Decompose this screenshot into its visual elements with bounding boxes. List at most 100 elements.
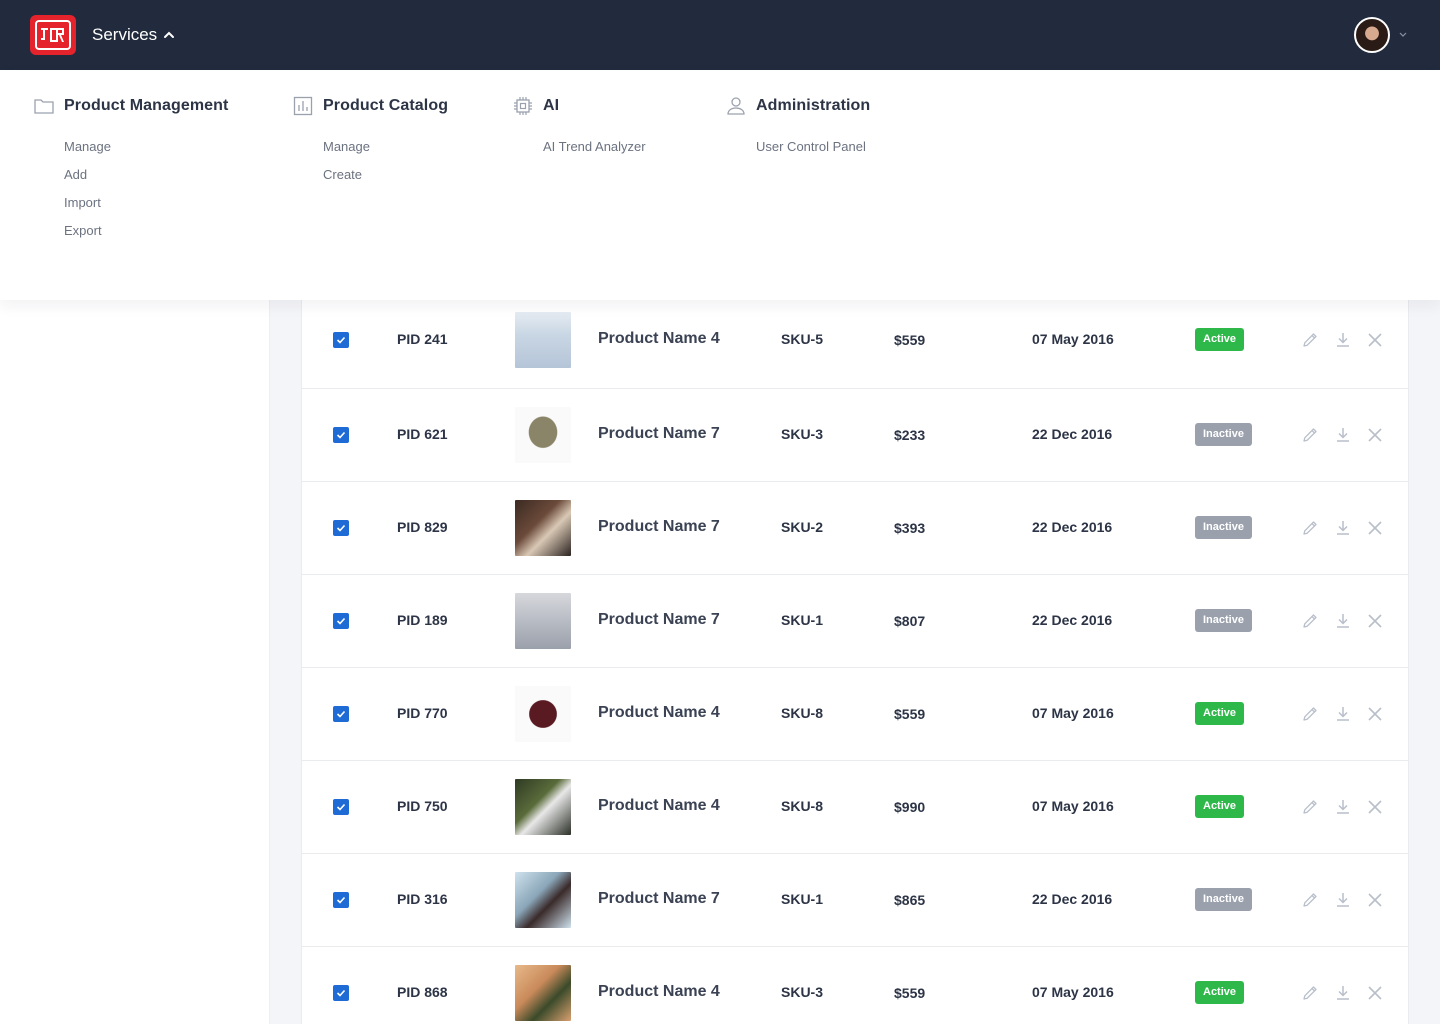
table-row[interactable]: PID 829 Product Name 7 SKU-2 $393 22 Dec 201… — [302, 482, 1408, 575]
product-name: Product Name 4 — [598, 983, 720, 1000]
edit-button[interactable] — [1300, 425, 1320, 445]
table-row[interactable]: PID 316 Product Name 7 SKU-1 $865 22 Dec 201… — [302, 854, 1408, 947]
status-badge: Active — [1195, 702, 1245, 725]
close-icon — [1368, 521, 1382, 535]
product-thumbnail[interactable] — [515, 500, 571, 556]
download-button[interactable] — [1333, 890, 1353, 910]
menu-item-manage[interactable]: Manage — [64, 138, 111, 166]
menu-items: Manage Add Import Export — [64, 138, 111, 250]
product-thumbnail[interactable] — [515, 686, 571, 742]
delete-button[interactable] — [1365, 611, 1385, 631]
product-thumbnail[interactable] — [515, 312, 571, 368]
download-icon — [1337, 800, 1349, 814]
row-checkbox[interactable] — [333, 332, 349, 348]
status-badge: Inactive — [1195, 423, 1252, 446]
delete-button[interactable] — [1365, 797, 1385, 817]
product-sku: SKU-1 — [781, 891, 824, 907]
services-dropdown-menu: Product Management Manage Add Import Exp… — [0, 70, 1440, 300]
row-checkbox[interactable] — [333, 427, 349, 443]
delete-button[interactable] — [1365, 983, 1385, 1003]
product-name: Product Name 7 — [598, 425, 720, 442]
product-price: $990 — [894, 799, 926, 815]
checkmark-icon — [336, 431, 346, 439]
product-sku: SKU-3 — [781, 984, 824, 1000]
menu-heading: Administration — [726, 96, 870, 116]
table-row[interactable]: PID 868 Product Name 4 SKU-3 $559 07 May 201… — [302, 947, 1408, 1024]
menu-item-create[interactable]: Create — [323, 166, 370, 194]
download-icon — [1337, 707, 1349, 721]
edit-button[interactable] — [1300, 983, 1320, 1003]
product-id: PID 770 — [397, 705, 448, 721]
download-button[interactable] — [1333, 797, 1353, 817]
pencil-icon — [1303, 707, 1317, 721]
row-checkbox[interactable] — [333, 706, 349, 722]
checkmark-icon — [336, 617, 346, 625]
delete-button[interactable] — [1365, 704, 1385, 724]
row-checkbox[interactable] — [333, 520, 349, 536]
product-thumbnail[interactable] — [515, 965, 571, 1021]
menu-item-import[interactable]: Import — [64, 194, 111, 222]
status-badge: Inactive — [1195, 609, 1252, 632]
delete-button[interactable] — [1365, 518, 1385, 538]
table-row[interactable]: PID 621 Product Name 7 SKU-3 $233 22 Dec 201… — [302, 389, 1408, 482]
menu-item-export[interactable]: Export — [64, 222, 111, 250]
services-menu-toggle[interactable]: Services — [92, 23, 175, 47]
download-button[interactable] — [1333, 611, 1353, 631]
edit-button[interactable] — [1300, 611, 1320, 631]
download-button[interactable] — [1333, 330, 1353, 350]
menu-item-add[interactable]: Add — [64, 166, 111, 194]
user-menu[interactable] — [1354, 17, 1408, 53]
product-price: $559 — [894, 985, 926, 1001]
table-row[interactable]: PID 750 Product Name 4 SKU-8 $990 07 May 201… — [302, 761, 1408, 854]
table-row[interactable]: PID 770 Product Name 4 SKU-8 $559 07 May 201… — [302, 668, 1408, 761]
table-row[interactable]: PID 189 Product Name 7 SKU-1 $807 22 Dec 201… — [302, 575, 1408, 668]
checkmark-icon — [336, 336, 346, 344]
product-sku: SKU-5 — [781, 331, 824, 347]
pencil-icon — [1303, 800, 1317, 814]
download-button[interactable] — [1333, 425, 1353, 445]
edit-button[interactable] — [1300, 890, 1320, 910]
product-thumbnail[interactable] — [515, 779, 571, 835]
sidebar — [0, 300, 270, 1024]
download-button[interactable] — [1333, 983, 1353, 1003]
edit-button[interactable] — [1300, 797, 1320, 817]
menu-item-user-control-panel[interactable]: User Control Panel — [756, 138, 866, 166]
product-id: PID 868 — [397, 984, 448, 1000]
product-date: 07 May 2016 — [1032, 984, 1114, 1000]
edit-button[interactable] — [1300, 330, 1320, 350]
avatar[interactable] — [1354, 17, 1390, 53]
edit-button[interactable] — [1300, 704, 1320, 724]
close-icon — [1368, 986, 1382, 1000]
menu-item-manage[interactable]: Manage — [323, 138, 370, 166]
row-checkbox[interactable] — [333, 613, 349, 629]
logo-glyph-icon — [41, 28, 64, 42]
row-checkbox[interactable] — [333, 985, 349, 1001]
product-id: PID 316 — [397, 891, 448, 907]
product-thumbnail[interactable] — [515, 593, 571, 649]
delete-button[interactable] — [1365, 425, 1385, 445]
bar-chart-icon — [293, 96, 313, 116]
delete-button[interactable] — [1365, 890, 1385, 910]
row-checkbox[interactable] — [333, 892, 349, 908]
table-row[interactable]: PID 241 Product Name 4 SKU-5 $559 07 May 201… — [302, 300, 1408, 389]
menu-item-ai-trend-analyzer[interactable]: AI Trend Analyzer — [543, 138, 646, 166]
product-thumbnail[interactable] — [515, 872, 571, 928]
product-price: $393 — [894, 520, 926, 536]
product-thumbnail[interactable] — [515, 407, 571, 463]
product-id: PID 241 — [397, 331, 448, 347]
delete-button[interactable] — [1365, 330, 1385, 350]
brand-logo[interactable] — [30, 15, 76, 55]
pencil-icon — [1303, 333, 1317, 347]
download-button[interactable] — [1333, 518, 1353, 538]
edit-button[interactable] — [1300, 518, 1320, 538]
row-checkbox[interactable] — [333, 799, 349, 815]
product-price: $233 — [894, 427, 926, 443]
product-name: Product Name 7 — [598, 518, 720, 535]
pencil-icon — [1303, 893, 1317, 907]
product-sku: SKU-3 — [781, 426, 824, 442]
download-icon — [1337, 893, 1349, 907]
checkmark-icon — [336, 803, 346, 811]
download-button[interactable] — [1333, 704, 1353, 724]
close-icon — [1368, 707, 1382, 721]
product-date: 07 May 2016 — [1032, 798, 1114, 814]
